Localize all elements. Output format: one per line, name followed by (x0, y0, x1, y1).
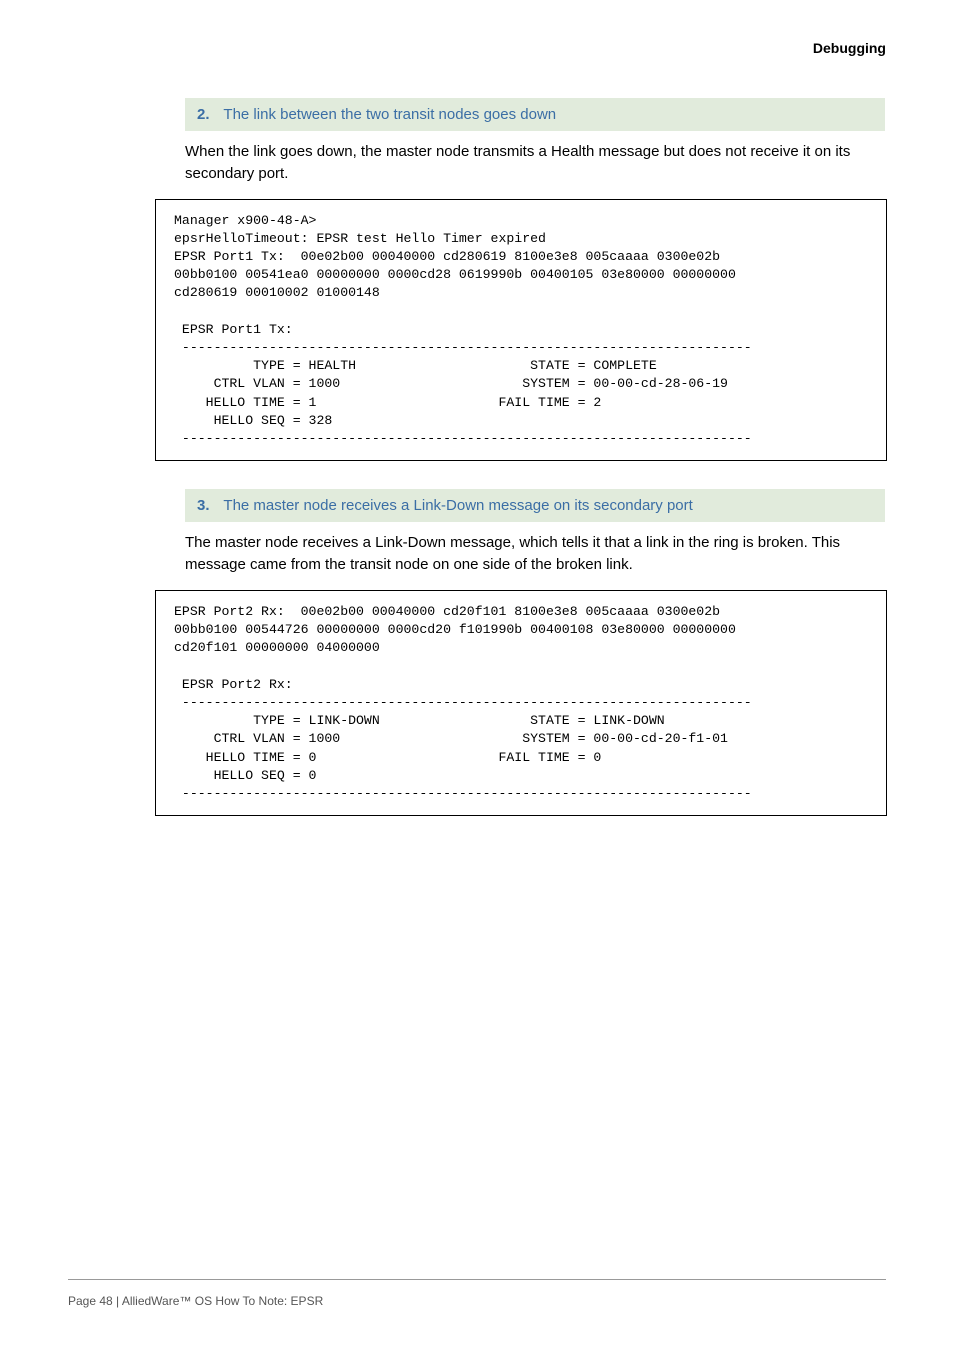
step-title: The link between the two transit nodes g… (223, 106, 556, 123)
code-block-2: EPSR Port2 Rx: 00e02b00 00040000 cd20f10… (155, 590, 887, 816)
footer-rule (68, 1279, 886, 1280)
step-number: 2. (197, 106, 210, 123)
step-number: 3. (197, 497, 210, 514)
footer-text: Page 48 | AlliedWare™ OS How To Note: EP… (68, 1294, 323, 1308)
header-section-label: Debugging (813, 40, 886, 56)
code-text-2: EPSR Port2 Rx: 00e02b00 00040000 cd20f10… (156, 603, 886, 803)
step-2-body: When the link goes down, the master node… (185, 141, 885, 185)
main-content: 2. The link between the two transit node… (185, 98, 885, 844)
step-heading-3: 3. The master node receives a Link-Down … (185, 489, 885, 522)
step-3-body: The master node receives a Link-Down mes… (185, 532, 885, 576)
code-block-1: Manager x900-48-A> epsrHelloTimeout: EPS… (155, 199, 887, 462)
step-heading-2: 2. The link between the two transit node… (185, 98, 885, 131)
code-text-1: Manager x900-48-A> epsrHelloTimeout: EPS… (156, 212, 886, 449)
step-title: The master node receives a Link-Down mes… (223, 497, 692, 514)
page: Debugging 2. The link between the two tr… (0, 0, 954, 1350)
